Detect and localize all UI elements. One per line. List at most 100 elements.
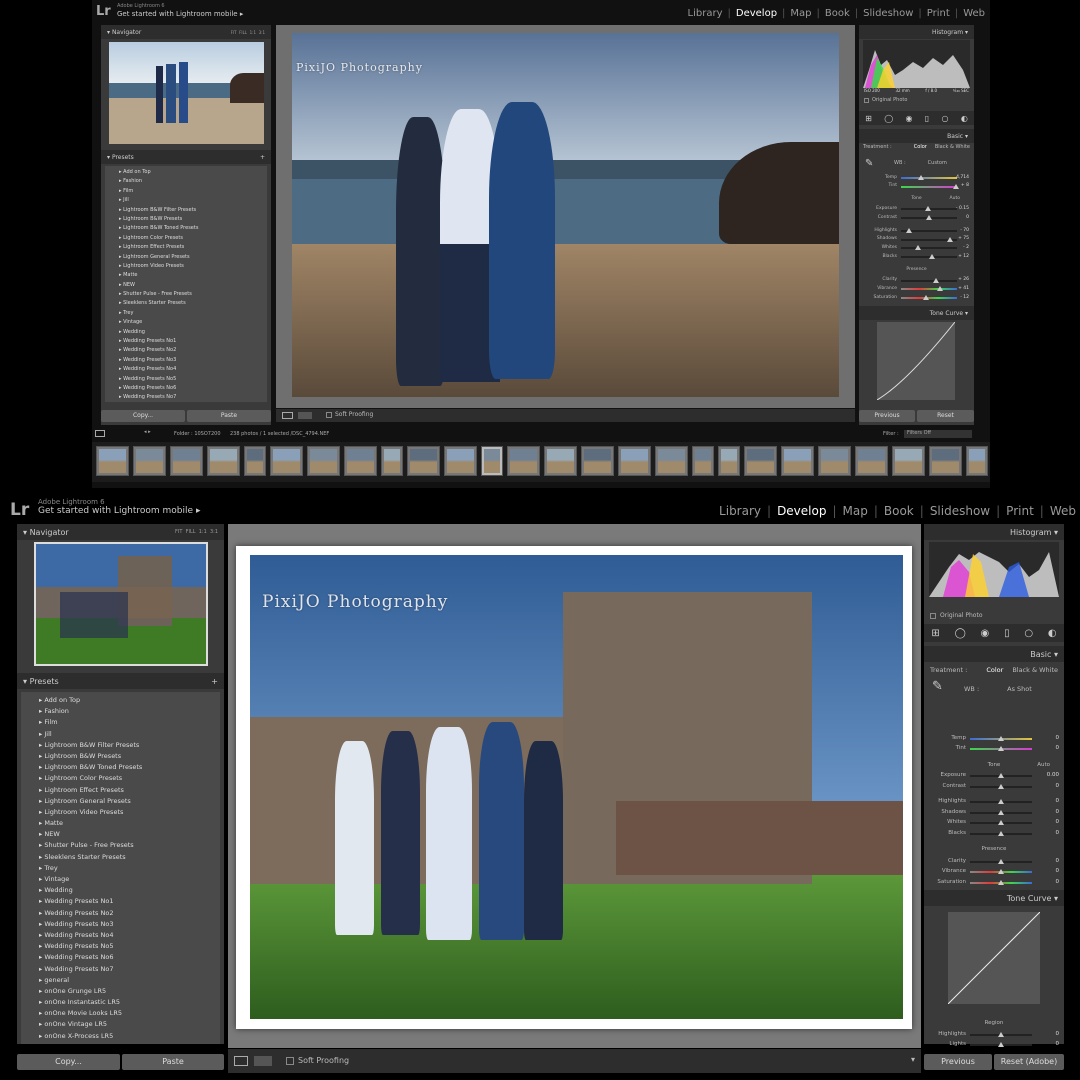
- histogram-header[interactable]: Histogram ▾: [859, 25, 974, 39]
- paste-button[interactable]: Paste: [187, 410, 271, 422]
- tone-curve-graph[interactable]: [947, 911, 1041, 1005]
- zoom-3-1[interactable]: 3:1: [259, 30, 265, 35]
- preset-folder[interactable]: ▸ onOne Instantastic LR5: [21, 997, 220, 1008]
- clarity-slider[interactable]: [970, 858, 1032, 864]
- preset-folder[interactable]: ▸ general: [21, 975, 220, 986]
- exposure-slider-knob[interactable]: [998, 773, 1004, 779]
- original-photo-toggle[interactable]: Original Photo: [924, 612, 1064, 619]
- filmstrip-thumbnail[interactable]: [929, 446, 962, 476]
- preset-folder[interactable]: ▸ Film: [21, 717, 220, 728]
- preset-folder[interactable]: ▸ Matte: [105, 271, 267, 280]
- filmstrip-thumbnail[interactable]: [270, 446, 303, 476]
- preset-folder[interactable]: ▸ Wedding Presets No2: [105, 346, 267, 355]
- tint-value[interactable]: 0: [1056, 745, 1060, 751]
- filmstrip-thumbnail[interactable]: [781, 446, 814, 476]
- preset-folder[interactable]: ▸ Lightroom B&W Presets: [21, 751, 220, 762]
- exposure-value[interactable]: 0.00: [1047, 772, 1059, 778]
- saturation-value[interactable]: 0: [1056, 879, 1060, 885]
- shadows-slider-knob[interactable]: [947, 236, 953, 242]
- preset-folder[interactable]: ▸ Wedding Presets No1: [105, 337, 267, 346]
- preset-folder[interactable]: ▸ User Presets: [21, 1042, 220, 1044]
- preset-folder[interactable]: ▸ Lightroom B&W Presets: [105, 215, 267, 224]
- whites-slider-knob[interactable]: [998, 820, 1004, 826]
- vibrance-slider-knob[interactable]: [937, 286, 944, 292]
- navigator-header[interactable]: ▾ Navigator FIT FILL 1:1 3:1: [101, 25, 271, 39]
- radial-filter-icon[interactable]: ○: [1024, 628, 1033, 639]
- blacks-slider[interactable]: [901, 254, 957, 260]
- saturation-value[interactable]: - 12: [960, 295, 969, 300]
- crop-tool-icon[interactable]: ⊞: [931, 628, 939, 639]
- region-lights-slider-knob[interactable]: [998, 1042, 1004, 1047]
- blacks-slider-knob[interactable]: [929, 254, 936, 260]
- copy-button[interactable]: Copy...: [101, 410, 185, 422]
- highlights-slider-knob[interactable]: [998, 799, 1004, 805]
- clarity-value[interactable]: 0: [1056, 858, 1060, 864]
- clarity-slider-knob[interactable]: [998, 858, 1004, 864]
- previous-button[interactable]: Previous: [859, 410, 915, 422]
- preset-folder[interactable]: ▸ Add on Top: [105, 168, 267, 177]
- original-photo-checkbox[interactable]: [930, 612, 936, 619]
- region-lights-slider[interactable]: [970, 1042, 1032, 1047]
- before-after-icon[interactable]: [254, 1056, 272, 1066]
- whites-slider[interactable]: [970, 820, 1032, 826]
- module-develop[interactable]: Develop: [777, 504, 826, 518]
- filter-select[interactable]: Filters Off: [904, 430, 972, 438]
- module-map[interactable]: Map: [843, 504, 868, 518]
- original-photo-checkbox[interactable]: [864, 97, 869, 103]
- navigator-preview[interactable]: [109, 42, 264, 144]
- tint-slider-knob[interactable]: [998, 746, 1004, 752]
- preset-folder[interactable]: ▸ Wedding Presets No6: [21, 952, 220, 963]
- preset-folder[interactable]: ▸ Lightroom B&W Toned Presets: [21, 762, 220, 773]
- preset-folder[interactable]: ▸ Vintage: [21, 874, 220, 885]
- highlights-value[interactable]: 0: [1056, 798, 1060, 804]
- contrast-value[interactable]: 0: [966, 215, 969, 220]
- module-book[interactable]: Book: [825, 8, 850, 19]
- filmstrip-thumbnail[interactable]: [718, 446, 740, 476]
- soft-proofing-checkbox[interactable]: [326, 412, 332, 418]
- view-mode-icon[interactable]: [234, 1056, 248, 1066]
- preset-folder[interactable]: ▸ NEW: [105, 281, 267, 290]
- blacks-slider[interactable]: [970, 830, 1032, 836]
- whites-value[interactable]: 0: [1056, 819, 1060, 825]
- paste-button[interactable]: Paste: [122, 1054, 224, 1070]
- clarity-slider-knob[interactable]: [933, 277, 940, 283]
- region-lights-value[interactable]: 0: [1056, 1041, 1060, 1047]
- toolbar-menu-icon[interactable]: ▾: [911, 1055, 915, 1064]
- exposure-value[interactable]: - 0.15: [956, 206, 969, 211]
- filmstrip-thumbnail[interactable]: [307, 446, 340, 476]
- clarity-value[interactable]: + 26: [958, 277, 969, 282]
- preset-folder[interactable]: ▸ Wedding: [105, 328, 267, 337]
- adjustment-brush-icon[interactable]: ◐: [961, 114, 968, 123]
- vibrance-slider-knob[interactable]: [998, 869, 1004, 875]
- preset-folder[interactable]: ▸ onOne Vintage LR5: [21, 1019, 220, 1030]
- preset-folder[interactable]: ▸ Wedding Presets No7: [105, 393, 267, 402]
- preset-folder[interactable]: ▸ Lightroom Video Presets: [105, 262, 267, 271]
- preset-folder[interactable]: ▸ Wedding Presets No4: [21, 930, 220, 941]
- preset-folder[interactable]: ▸ Lightroom Effect Presets: [105, 243, 267, 252]
- zoom-fill[interactable]: FILL: [239, 30, 247, 35]
- navigator-preview[interactable]: [34, 542, 208, 666]
- treatment-color[interactable]: Color: [986, 666, 1003, 674]
- preset-folder[interactable]: ▸ Add on Top: [21, 695, 220, 706]
- preset-folder[interactable]: ▸ Wedding Presets No7: [21, 964, 220, 975]
- filmstrip-thumbnail[interactable]: [855, 446, 888, 476]
- wb-select[interactable]: Custom: [928, 160, 947, 166]
- tone-curve-graph[interactable]: [876, 321, 956, 401]
- module-print[interactable]: Print: [1006, 504, 1034, 518]
- filmstrip-thumbnail[interactable]: [344, 446, 377, 476]
- preset-folder[interactable]: ▸ Lightroom B&W Toned Presets: [105, 224, 267, 233]
- filmstrip-thumbnail[interactable]: [381, 446, 403, 476]
- preset-folder[interactable]: ▸ Shutter Pulse - Free Presets: [105, 290, 267, 299]
- reset-button[interactable]: Reset (Adobe): [994, 1054, 1064, 1070]
- shadows-value[interactable]: + 75: [958, 236, 969, 241]
- module-web[interactable]: Web: [963, 8, 985, 19]
- contrast-slider[interactable]: [901, 215, 957, 221]
- preset-folder[interactable]: ▸ Film: [105, 187, 267, 196]
- temp-slider[interactable]: [970, 736, 1032, 741]
- preset-folder[interactable]: ▸ Wedding Presets No2: [21, 908, 220, 919]
- exposure-slider[interactable]: [901, 206, 957, 212]
- graduated-filter-icon[interactable]: ▯: [1004, 628, 1010, 639]
- preset-folder[interactable]: ▸ Lightroom Effect Presets: [21, 785, 220, 796]
- preset-folder[interactable]: ▸ Lightroom General Presets: [21, 796, 220, 807]
- filmstrip-thumbnail[interactable]: [170, 446, 203, 476]
